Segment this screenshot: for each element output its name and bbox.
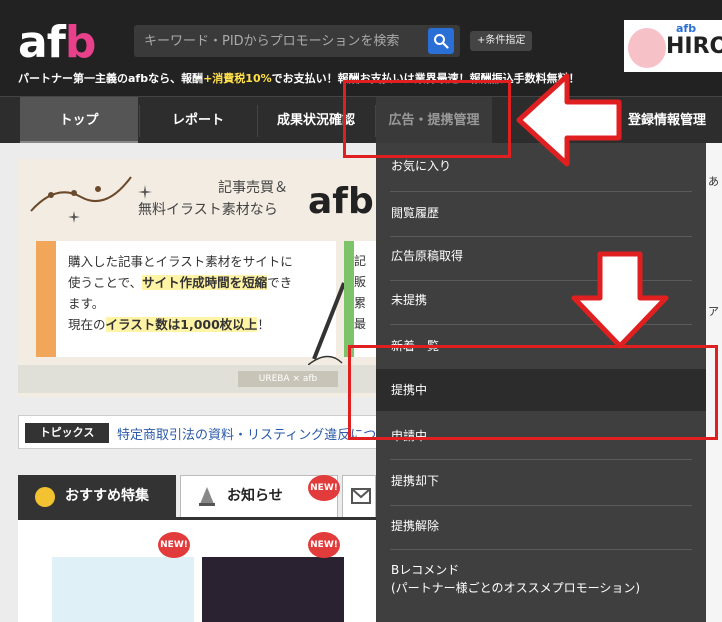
banner-line: 現在のイラスト数は1,000枚以上！	[68, 317, 270, 332]
coin-icon	[35, 487, 55, 507]
search-icon	[434, 34, 449, 49]
nav-item-report[interactable]: レポート	[140, 97, 256, 144]
featured-thumbnail[interactable]	[52, 557, 194, 622]
condition-filter-button[interactable]: +条件指定	[470, 31, 533, 51]
sparkle-icon	[138, 185, 152, 199]
vine-decoration	[30, 176, 132, 212]
tab-mail[interactable]	[342, 475, 376, 517]
menu-item-history[interactable]: 閲覧履歴	[376, 196, 706, 230]
banner-card-2: 記 販 累 最	[344, 241, 378, 357]
search-input[interactable]	[134, 25, 424, 57]
tab-featured-label: おすすめ特集	[65, 488, 149, 504]
sparkle-icon	[68, 211, 80, 223]
menu-divider	[390, 505, 692, 506]
mascot-illustration	[628, 28, 666, 68]
tab-featured[interactable]: おすすめ特集	[18, 475, 176, 517]
promo-banner[interactable]: 記事売買＆ 無料イラスト素材なら afb 購入した記事とイラスト素材をサイトに …	[18, 159, 378, 397]
side-banner-ad[interactable]: afb HIRO	[624, 20, 722, 72]
banner-heading-2: 無料イラスト素材なら	[138, 202, 278, 218]
new-badge: NEW!	[308, 532, 340, 558]
banner-line: 購入した記事とイラスト素材をサイトに	[68, 254, 293, 269]
menu-item-terminated[interactable]: 提携解除	[376, 509, 706, 543]
traffic-cone-icon	[199, 487, 215, 506]
banner-card: 購入した記事とイラスト素材をサイトに 使うことで、サイト作成時間を短縮でき ます…	[36, 241, 336, 357]
topics-bar: トピックス 特定商取引法の資料・リスティング違反について	[18, 415, 402, 449]
featured-thumbnail[interactable]	[202, 557, 344, 622]
new-badge: NEW!	[158, 532, 190, 558]
banner-big-text: HIRO	[666, 34, 722, 59]
mail-icon	[351, 488, 371, 504]
banner-brand-logo: afb	[308, 181, 374, 222]
menu-divider	[390, 191, 692, 192]
tab-news-label: お知らせ	[227, 488, 283, 504]
banner-strip: UREBA × afb	[18, 365, 378, 393]
banner-heading-1: 記事売買＆	[218, 180, 288, 196]
new-badge: NEW!	[308, 475, 340, 501]
banner-line: ます。	[68, 296, 105, 311]
search-button[interactable]	[428, 28, 454, 54]
banner-line: 使うことで、サイト作成時間を短縮でき	[68, 275, 293, 290]
ureba-logo: UREBA × afb	[238, 371, 338, 387]
search-box	[134, 25, 460, 57]
topics-label: トピックス	[25, 423, 109, 443]
menu-item-sublabel: (パートナー様ごとのオススメプロモーション)	[391, 581, 641, 595]
menu-divider	[390, 459, 692, 460]
nav-item-top[interactable]: トップ	[20, 97, 138, 144]
nav-item-registration[interactable]: 登録情報管理	[612, 97, 722, 144]
menu-item-b-recommend[interactable]: Bレコメンド (パートナー様ごとのオススメプロモーション)	[376, 561, 706, 605]
annotation-down-arrow-icon	[571, 251, 669, 349]
annotation-box-nav	[343, 80, 511, 158]
pen-illustration	[308, 282, 346, 366]
menu-divider	[390, 236, 692, 237]
menu-item-label: Bレコメンド	[391, 563, 460, 577]
afb-logo[interactable]: afb	[18, 18, 96, 68]
menu-divider	[390, 549, 692, 550]
menu-item-rejected[interactable]: 提携却下	[376, 463, 706, 499]
annotation-left-arrow-icon	[516, 73, 622, 167]
annotation-box-menu	[348, 345, 718, 440]
